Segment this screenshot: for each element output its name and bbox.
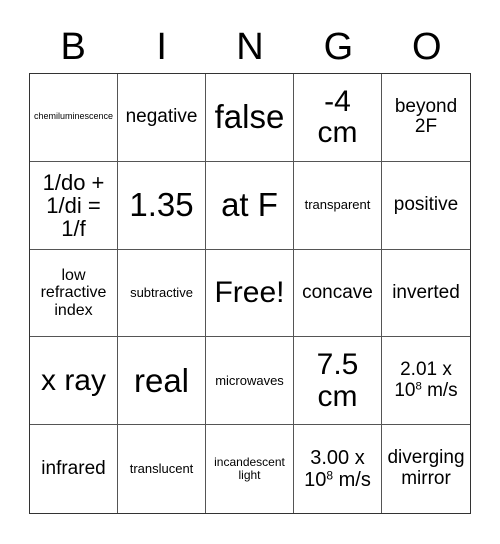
bingo-cell[interactable]: diverging mirror [382, 425, 470, 513]
cell-text: subtractive [130, 284, 193, 300]
cell-text: -4 cm [317, 84, 358, 150]
bingo-cell[interactable]: infrared [30, 425, 118, 513]
bingo-cell[interactable]: translucent [118, 425, 206, 513]
cell-text: transparent [304, 197, 371, 213]
bingo-cell[interactable]: 1.35 [118, 161, 206, 250]
bingo-cell[interactable]: -4 cm [294, 74, 382, 162]
bingo-cell[interactable]: 7.5 cm [294, 337, 382, 426]
speed-unit: m/s [333, 469, 371, 492]
cell-text: chemiluminescence [33, 111, 114, 122]
cell-text: 3.00 x 108 m/s [296, 447, 379, 491]
cell-text: at F [221, 186, 278, 224]
cell-text: concave [302, 281, 373, 303]
bingo-cell[interactable]: 1/do + 1/di = 1/f [30, 161, 118, 250]
cell-text: positive [393, 193, 459, 215]
bingo-cell[interactable]: at F [206, 161, 294, 250]
header-letter-b: B [60, 26, 86, 68]
cell-text: inverted [392, 281, 460, 303]
cell-text: real [133, 361, 190, 399]
cell-text: 1.35 [129, 186, 194, 224]
cell-text: translucent [129, 460, 194, 476]
speed-unit: m/s [421, 379, 458, 401]
free-space-text: Free! [214, 276, 285, 310]
cell-text: beyond 2F [394, 95, 458, 138]
cell-text: incandescent light [214, 454, 285, 483]
cell-text: 2.01 x 108 m/s [384, 359, 468, 402]
bingo-cell[interactable]: positive [382, 162, 470, 250]
bingo-cell[interactable]: false [206, 74, 294, 162]
bingo-board: chemiluminescence negative false -4 cm b… [29, 73, 471, 514]
bingo-cell[interactable]: x ray [30, 337, 118, 426]
bingo-cell[interactable]: incandescent light [206, 425, 294, 513]
header-letter-i: I [156, 26, 167, 68]
cell-text: negative [125, 105, 198, 127]
cell-text: 7.5 cm [316, 348, 359, 413]
cell-text: diverging mirror [387, 447, 465, 490]
cell-text: low refractive index [40, 266, 107, 319]
header-letter-o: O [412, 26, 442, 68]
header-letter-n: N [236, 26, 264, 68]
bingo-cell[interactable]: inverted [382, 250, 470, 338]
cell-text: microwaves [215, 372, 284, 388]
bingo-cell[interactable]: chemiluminescence [30, 74, 118, 162]
cell-text: infrared [41, 457, 106, 479]
bingo-cell free-space[interactable]: Free! [206, 249, 294, 338]
bingo-cell[interactable]: 3.00 x 108 m/s [294, 425, 382, 513]
cell-text: x ray [40, 364, 106, 398]
bingo-cell[interactable]: real [118, 337, 206, 426]
bingo-cell[interactable]: concave [294, 249, 382, 338]
header-letter-g: G [323, 26, 354, 68]
bingo-cell[interactable]: transparent [294, 161, 382, 250]
bingo-cell[interactable]: beyond 2F [382, 74, 470, 162]
bingo-cell[interactable]: 2.01 x 108 m/s [382, 337, 470, 426]
bingo-header: B I N G O [29, 22, 471, 72]
bingo-cell[interactable]: subtractive [118, 249, 206, 338]
cell-text: false [214, 98, 285, 136]
bingo-cell[interactable]: negative [118, 74, 206, 162]
cell-text: 1/do + 1/di = 1/f [42, 169, 105, 241]
bingo-cell[interactable]: microwaves [206, 337, 294, 426]
bingo-cell[interactable]: low refractive index [30, 249, 118, 338]
